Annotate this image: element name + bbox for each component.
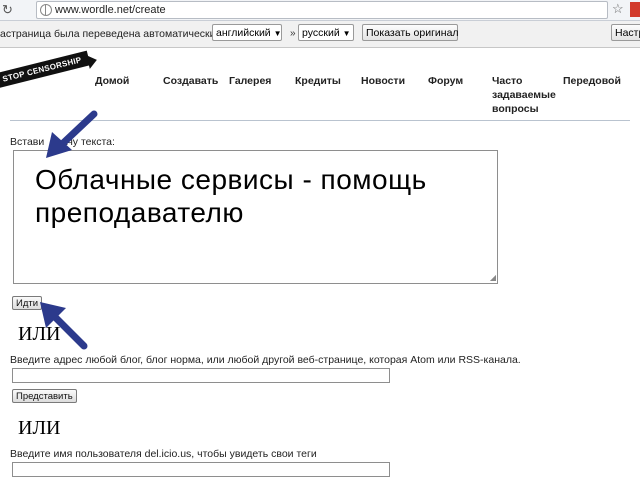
or-label-2: ИЛИ — [18, 417, 61, 439]
translate-settings-label: Настр — [615, 27, 640, 39]
chevron-down-icon: ▼ — [273, 29, 282, 38]
nav-news[interactable]: Новости — [361, 74, 405, 88]
arrow-down-left-icon — [46, 110, 98, 158]
url-text: www.wordle.net/create — [55, 4, 166, 16]
nav-faq[interactable]: Часто задаваемые вопросы — [492, 74, 560, 116]
blog-url-input[interactable] — [12, 368, 390, 383]
delicious-user-label: Введите имя пользователя del.icio.us, чт… — [10, 448, 317, 460]
url-input[interactable]: www.wordle.net/create — [36, 1, 608, 19]
textarea-content: Облачные сервисы - помощь преподавателю — [35, 164, 427, 228]
globe-icon — [40, 4, 52, 16]
nav-divider — [10, 120, 630, 121]
arrow-up-left-icon — [40, 302, 88, 350]
nav-advanced[interactable]: Передовой — [563, 74, 621, 88]
from-language-select[interactable]: английский ▼ — [212, 24, 282, 41]
nav-create[interactable]: Создавать — [163, 74, 218, 88]
delicious-user-input[interactable] — [12, 462, 390, 477]
reload-icon[interactable]: ↻ — [2, 2, 13, 18]
arrow-right-icon: » — [290, 28, 296, 39]
resize-grip-icon[interactable]: ◢ — [490, 273, 496, 282]
show-original-button[interactable]: Показать оригинал — [362, 24, 459, 41]
nav-forum[interactable]: Форум — [428, 74, 463, 88]
to-language-select[interactable]: русский ▼ — [298, 24, 354, 41]
stop-censorship-ribbon[interactable]: STOP CENSORSHIP — [0, 50, 91, 89]
to-language-value: русский — [302, 27, 340, 39]
extension-icon[interactable] — [630, 2, 640, 17]
show-original-label: Показать оригинал — [366, 27, 459, 39]
chevron-down-icon: ▼ — [342, 29, 351, 38]
nav-credits[interactable]: Кредиты — [295, 74, 341, 88]
translate-settings-button[interactable]: Настр — [611, 24, 640, 41]
nav-home[interactable]: Домой — [95, 74, 129, 88]
star-icon[interactable]: ☆ — [612, 1, 624, 17]
blog-url-label: Введите адрес любой блог, блог норма, ил… — [10, 354, 521, 366]
submit-button[interactable]: Представить — [12, 389, 77, 403]
translate-bar: астраница была переведена автоматически … — [0, 21, 640, 48]
translate-message: астраница была переведена автоматически — [0, 28, 216, 40]
ribbon-arrow-icon — [86, 53, 99, 69]
nav-gallery[interactable]: Галерея — [229, 74, 271, 88]
from-language-value: английский — [216, 27, 271, 39]
